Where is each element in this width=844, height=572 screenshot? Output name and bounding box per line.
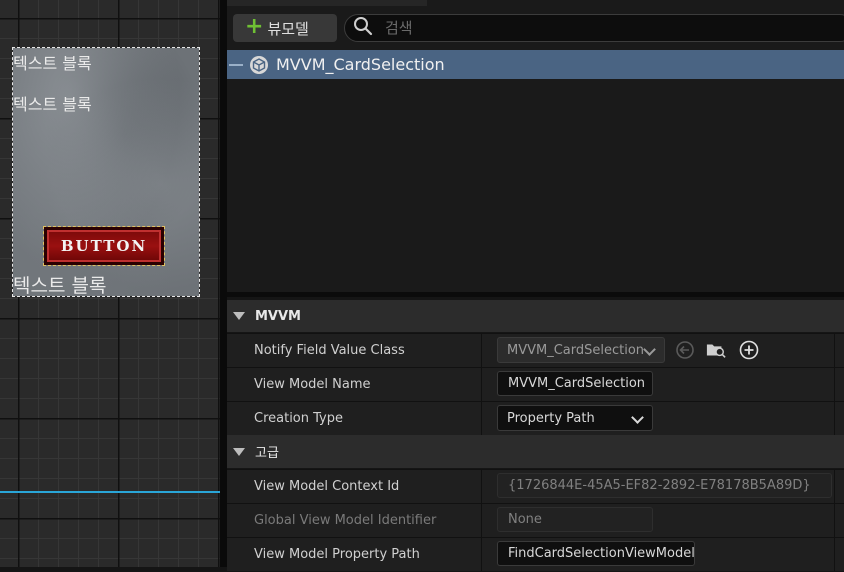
creation-type-dropdown[interactable]: Property Path xyxy=(497,405,653,431)
search-icon xyxy=(353,16,373,40)
section-advanced-header[interactable]: 고급 xyxy=(227,435,844,468)
folder-search-icon[interactable] xyxy=(706,340,726,360)
text-block-2[interactable]: 텍스트 블록 xyxy=(13,91,92,115)
column-splitter[interactable] xyxy=(481,402,482,435)
property-row-global-identifier: Global View Model Identifier None xyxy=(227,503,844,537)
dropdown-value: Property Path xyxy=(507,410,595,426)
context-id-field: {1726844E-45A5-EF82-2892-E78178B5A89D} xyxy=(497,473,832,498)
text-block-1[interactable]: 텍스트 블록 xyxy=(13,50,92,74)
notify-field-class-dropdown[interactable]: MVVM_CardSelection xyxy=(497,337,665,363)
property-label: Notify Field Value Class xyxy=(254,343,405,358)
column-splitter[interactable] xyxy=(481,470,482,503)
add-viewmodel-button[interactable]: + 뷰모델 xyxy=(233,14,337,42)
section-title: 고급 xyxy=(255,446,279,461)
row-edge xyxy=(834,334,835,367)
property-row-creation-type: Creation Type Property Path xyxy=(227,401,844,435)
property-label: Global View Model Identifier xyxy=(254,513,437,528)
tree-line xyxy=(229,63,243,66)
section-title: MVVM xyxy=(255,308,301,324)
collapse-arrow-icon xyxy=(233,447,245,456)
chevron-down-icon xyxy=(631,411,644,424)
browse-back-icon[interactable] xyxy=(675,340,695,360)
property-row-view-model-name: View Model Name MVVM_CardSelection xyxy=(227,367,844,401)
property-label: View Model Name xyxy=(254,377,371,392)
card-widget[interactable]: 텍스트 블록 텍스트 블록 BUTTON 텍스트 블록 xyxy=(12,47,200,298)
row-edge xyxy=(834,402,835,435)
column-splitter[interactable] xyxy=(481,334,482,367)
search-box[interactable] xyxy=(344,14,844,42)
property-row-property-path: View Model Property Path FindCardSelecti… xyxy=(227,537,844,571)
row-edge xyxy=(834,538,835,571)
panel-splitter[interactable] xyxy=(220,0,227,567)
column-splitter[interactable] xyxy=(481,504,482,537)
chevron-down-icon xyxy=(643,343,656,356)
dropdown-value: MVVM_CardSelection xyxy=(507,342,645,358)
column-splitter[interactable] xyxy=(481,368,482,401)
column-splitter[interactable] xyxy=(481,538,482,571)
property-label: Creation Type xyxy=(254,411,343,426)
viewmodel-name: MVVM_CardSelection xyxy=(276,55,445,74)
card-button[interactable]: BUTTON xyxy=(43,226,165,266)
text-block-3[interactable]: 텍스트 블록 xyxy=(13,271,106,298)
view-model-name-field[interactable]: MVVM_CardSelection xyxy=(497,371,653,396)
add-viewmodel-label: 뷰모델 xyxy=(267,19,309,38)
property-path-field[interactable]: FindCardSelectionViewModel xyxy=(497,541,695,566)
panel-tab xyxy=(227,0,427,6)
property-row-context-id: View Model Context Id {1726844E-45A5-EF8… xyxy=(227,469,844,503)
row-edge xyxy=(834,504,835,537)
viewmodel-list-item[interactable]: MVVM_CardSelection xyxy=(227,50,844,79)
collapse-arrow-icon xyxy=(233,312,245,320)
viewmodels-panel: + 뷰모델 MVVM_CardSelection xyxy=(227,0,844,292)
plus-icon: + xyxy=(245,14,264,39)
designer-canvas[interactable]: 텍스트 블록 텍스트 블록 BUTTON 텍스트 블록 xyxy=(0,0,220,567)
row-edge xyxy=(834,470,835,503)
row-edge xyxy=(834,368,835,401)
search-input[interactable] xyxy=(383,18,787,38)
property-label: View Model Property Path xyxy=(254,547,420,562)
section-mvvm-header[interactable]: MVVM xyxy=(227,300,844,332)
global-identifier-field: None xyxy=(497,507,653,532)
property-row-notify-field-value-class: Notify Field Value Class MVVM_CardSelect… xyxy=(227,333,844,367)
viewmodel-cube-icon xyxy=(250,55,268,74)
add-circle-icon[interactable] xyxy=(739,340,759,360)
card-button-label: BUTTON xyxy=(60,237,148,255)
details-panel: MVVM Notify Field Value Class MVVM_CardS… xyxy=(227,292,844,572)
property-label: View Model Context Id xyxy=(254,479,400,494)
guide-line xyxy=(0,491,220,493)
